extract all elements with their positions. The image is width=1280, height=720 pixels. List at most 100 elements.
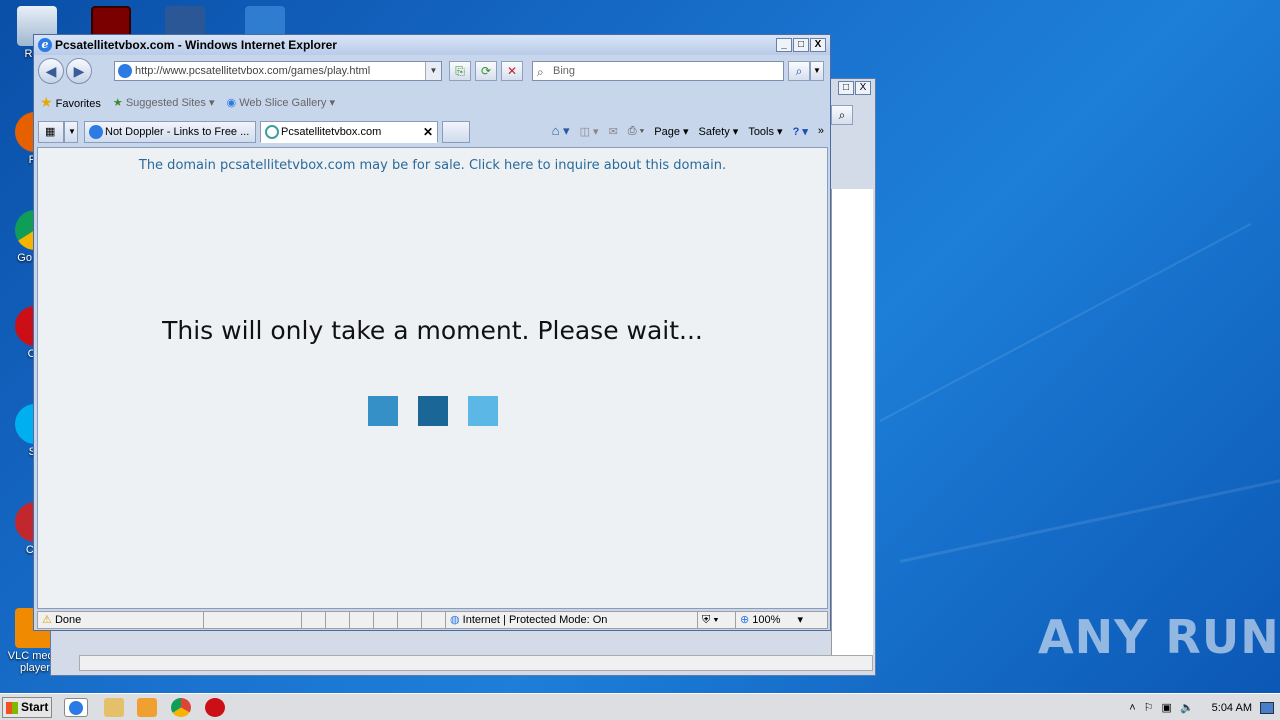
desktop-ray (899, 476, 1280, 563)
zoom-button[interactable]: ⊕ 100% ▾ (736, 612, 826, 628)
loading-icon (265, 125, 279, 139)
back-button[interactable]: ◀ (38, 58, 64, 84)
watermark: ANY RUN (1038, 610, 1280, 664)
windows-flag-icon (6, 702, 18, 714)
network-icon[interactable]: ▣ (1162, 701, 1172, 714)
title-bar[interactable]: e Pcsatellitetvbox.com - Windows Interne… (34, 35, 830, 55)
home-icon[interactable]: ⌂ ▾ (552, 123, 570, 139)
loader-square-3 (468, 396, 498, 426)
ie-page-icon (89, 125, 103, 139)
suggested-sites-label: Suggested Sites (125, 96, 206, 109)
web-slice-gallery-button[interactable]: ◉ Web Slice Gallery ▾ (227, 96, 335, 109)
quick-tabs-button[interactable]: ▦ (38, 121, 64, 143)
tab-not-doppler[interactable]: Not Doppler - Links to Free ... (84, 121, 256, 143)
show-hidden-icons-icon[interactable]: ˄ (1129, 702, 1135, 714)
security-zone-cell[interactable]: ◍ Internet | Protected Mode: On (446, 612, 698, 628)
page-ie-icon (118, 64, 132, 78)
refresh-button[interactable]: ⟳ (475, 61, 497, 81)
tab-list-button[interactable]: ▼ (64, 121, 78, 143)
close-button[interactable]: X (810, 38, 826, 52)
browser-window[interactable]: e Pcsatellitetvbox.com - Windows Interne… (33, 34, 831, 631)
back-window-hscroll[interactable] (79, 655, 873, 671)
back-close-button[interactable]: X (855, 81, 871, 95)
page-viewport: The domain pcsatellitetvbox.com may be f… (37, 147, 828, 609)
back-maximize-button[interactable]: □ (838, 81, 854, 95)
domain-sale-link[interactable]: The domain pcsatellitetvbox.com may be f… (38, 158, 827, 173)
address-dropdown-icon[interactable]: ▼ (425, 62, 441, 80)
window-title: Pcsatellitetvbox.com - Windows Internet … (55, 38, 337, 52)
protected-mode-button[interactable]: ⛨ ▾ (698, 612, 736, 628)
suggested-sites-button[interactable]: ★ Suggested Sites ▾ (113, 96, 215, 109)
desktop-ray (879, 222, 1252, 422)
read-mail-icon[interactable]: ✉ (609, 125, 618, 138)
help-icon[interactable]: ? ▾ (793, 125, 808, 138)
forward-button[interactable]: ▶ (66, 58, 92, 84)
system-tray: ˄ ⚐ ▣ 🔈 5:04 AM (1129, 694, 1280, 720)
volume-icon[interactable]: 🔈 (1180, 701, 1194, 714)
back-window-content (831, 189, 873, 659)
feeds-icon[interactable]: ◫ ▾ (580, 125, 599, 138)
zoom-dropdown-icon: ▾ (797, 614, 804, 626)
status-cell (422, 612, 446, 628)
tab-label: Pcsatellitetvbox.com (281, 126, 382, 138)
tools-menu[interactable]: Tools ▾ (748, 125, 782, 138)
taskbar: Start ˄ ⚐ ▣ 🔈 5:04 AM (0, 693, 1280, 720)
minimize-button[interactable]: _ (776, 38, 792, 52)
zoom-icon: ⊕ (740, 614, 750, 626)
ie-logo-icon: e (38, 38, 52, 52)
chevron-right-icon[interactable]: » (818, 125, 824, 137)
tab-bar: ▦ ▼ Not Doppler - Links to Free ... Pcsa… (36, 119, 828, 145)
print-icon[interactable]: ⎙ ▾ (628, 125, 644, 138)
compatibility-view-button[interactable]: ⎘ (449, 61, 471, 81)
address-bar-row: ◀ ▶ http://www.pcsatellitetvbox.com/game… (36, 57, 828, 85)
taskbar-explorer-button[interactable] (104, 698, 124, 717)
taskbar-media-player-button[interactable] (137, 698, 157, 717)
loader-square-2 (418, 396, 448, 426)
safety-menu[interactable]: Safety ▾ (699, 125, 739, 138)
wait-message: This will only take a moment. Please wai… (162, 316, 703, 345)
tab-pcsatellitetvbox[interactable]: Pcsatellitetvbox.com ✕ (260, 121, 438, 143)
star-icon: ★ (40, 93, 53, 110)
action-center-flag-icon[interactable]: ⚐ (1144, 701, 1154, 714)
favorites-label: Favorites (55, 97, 101, 110)
tools-menu-label: Tools (748, 125, 774, 138)
close-tab-icon[interactable]: ✕ (423, 122, 433, 142)
status-cell (398, 612, 422, 628)
search-input[interactable]: ⌕ Bing (532, 61, 784, 81)
search-icon: ⌕ (537, 65, 544, 79)
back-window-buttons: □ X (838, 81, 871, 95)
shield-icon: ⛨ ▾ (702, 614, 719, 626)
zoom-level: 100% (752, 614, 781, 626)
maximize-button[interactable]: □ (793, 38, 809, 52)
taskbar-ie-button[interactable] (64, 698, 88, 717)
status-cell (326, 612, 350, 628)
warning-icon: ⚠ (42, 614, 52, 626)
new-tab-button[interactable] (442, 121, 470, 143)
address-text: http://www.pcsatellitetvbox.com/games/pl… (135, 65, 371, 77)
web-slice-icon: ◉ (226, 96, 237, 109)
favorites-button[interactable]: ★ Favorites (40, 94, 101, 111)
search-options-button[interactable]: ▼ (810, 61, 824, 81)
window-buttons: _ □ X (776, 38, 826, 52)
favorites-bar: ★ Favorites ★ Suggested Sites ▾ ◉ Web Sl… (36, 91, 828, 113)
stop-button[interactable]: ✕ (501, 61, 523, 81)
security-zone-text: Internet | Protected Mode: On (462, 614, 608, 626)
start-button[interactable]: Start (2, 697, 52, 718)
page-menu[interactable]: Page ▾ (654, 125, 688, 138)
status-cell (374, 612, 398, 628)
clock[interactable]: 5:04 AM (1212, 702, 1252, 714)
watermark-text: ANY RUN (1038, 610, 1280, 664)
web-slice-gallery-label: Web Slice Gallery (239, 96, 327, 109)
search-button[interactable]: ⌕ (788, 61, 810, 81)
ie-icon (69, 701, 83, 715)
address-field[interactable]: http://www.pcsatellitetvbox.com/games/pl… (114, 61, 442, 81)
back-search-button[interactable]: ⌕ (831, 105, 853, 125)
taskbar-opera-button[interactable] (205, 698, 225, 717)
show-desktop-button[interactable] (1260, 701, 1274, 714)
taskbar-chrome-button[interactable] (171, 698, 191, 717)
status-bar: ⚠ Done ◍ Internet | Protected Mode: On ⛨… (37, 611, 828, 629)
status-cell (302, 612, 326, 628)
command-bar: ⌂ ▾ ◫ ▾ ✉ ⎙ ▾ Page ▾ Safety ▾ Tools ▾ ? … (552, 123, 824, 139)
search-placeholder: Bing (553, 65, 576, 77)
progress-cell (204, 612, 302, 628)
